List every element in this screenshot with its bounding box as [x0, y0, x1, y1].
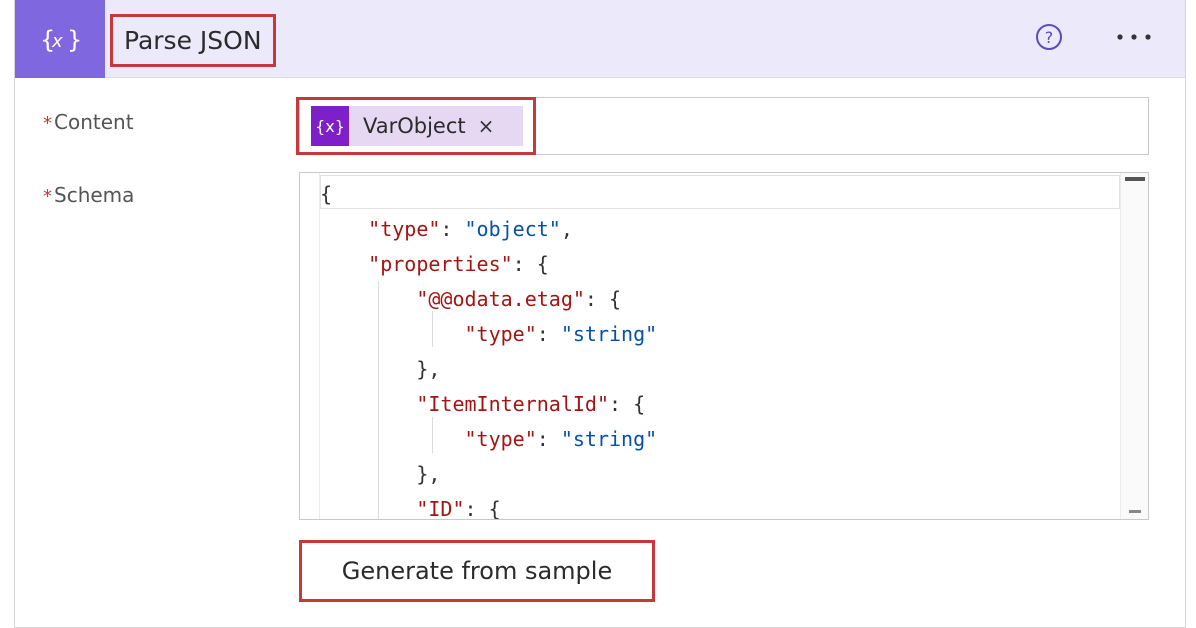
code-line: "properties": {: [368, 252, 549, 276]
required-marker: *: [43, 186, 52, 207]
action-header[interactable]: { x } Parse JSON ?: [15, 0, 1185, 78]
svg-text:x: x: [51, 31, 63, 52]
generate-from-sample-button[interactable]: Generate from sample: [299, 540, 655, 602]
editor-scrollbar[interactable]: [1120, 173, 1148, 519]
code-line: },: [320, 357, 441, 381]
svg-text:}: }: [67, 26, 82, 54]
scrollbar-bottom-mark: [1129, 510, 1141, 513]
token-highlight-box: [296, 97, 536, 155]
help-button[interactable]: ?: [1035, 23, 1063, 51]
code-line: "type": "string": [464, 427, 658, 451]
code-line: "type": "string": [464, 322, 658, 346]
content-label: * Content: [43, 110, 134, 134]
content-label-text: Content: [54, 110, 134, 134]
schema-code[interactable]: { "type": "object", "properties": { "@@o…: [320, 177, 658, 520]
ellipsis-icon: [1117, 34, 1151, 40]
schema-label: * Schema: [43, 183, 134, 207]
variable-braces-icon: { x }: [15, 0, 105, 78]
code-line: "type": "object",: [368, 217, 573, 241]
code-line: "ItemInternalId": {: [416, 392, 646, 416]
schema-editor[interactable]: { "type": "object", "properties": { "@@o…: [299, 172, 1149, 520]
more-options-button[interactable]: [1109, 22, 1159, 52]
scrollbar-top-mark: [1125, 177, 1145, 181]
code-line: {: [320, 182, 333, 206]
svg-text:?: ?: [1045, 28, 1054, 47]
editor-gutter: [300, 173, 320, 519]
required-marker: *: [43, 113, 52, 134]
question-circle-icon: ?: [1036, 24, 1062, 50]
code-line: "@@odata.etag": {: [416, 287, 622, 311]
code-line: },: [320, 462, 441, 486]
action-title[interactable]: Parse JSON: [110, 14, 276, 67]
parse-json-card: { x } Parse JSON ? * Content {x} VarObje…: [14, 0, 1186, 628]
code-line: "ID": {: [416, 497, 501, 520]
schema-label-text: Schema: [54, 183, 135, 207]
